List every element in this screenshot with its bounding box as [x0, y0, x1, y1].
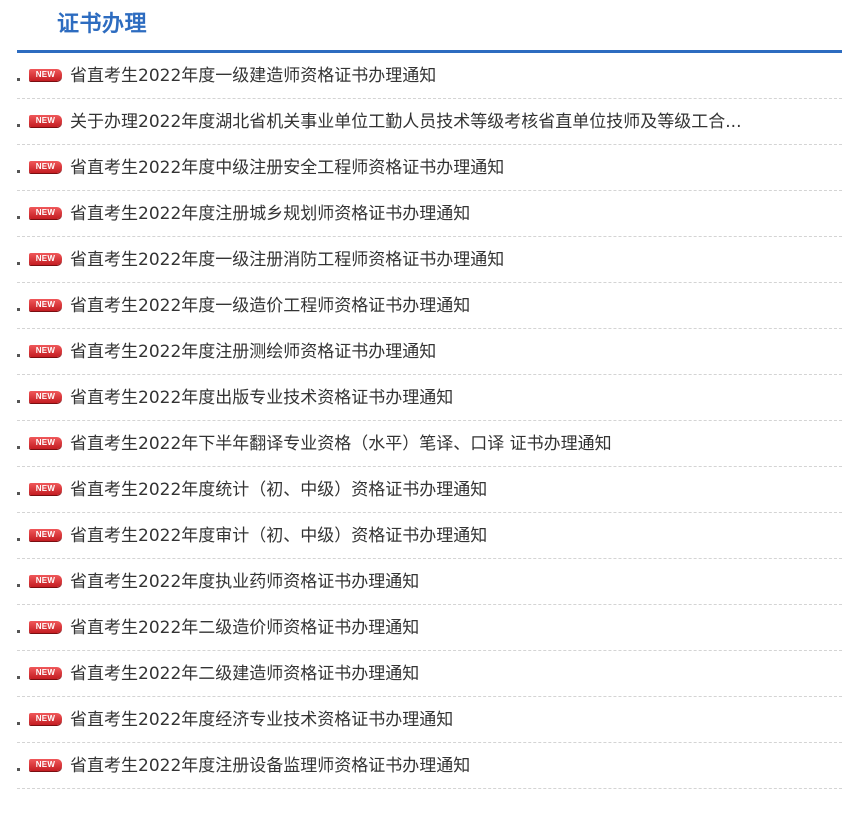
square-bullet-icon [17, 722, 20, 725]
news-link[interactable]: 省直考生2022年度经济专业技术资格证书办理通知 [70, 708, 815, 732]
new-badge-icon: NEW [29, 391, 62, 403]
new-badge-icon: NEW [29, 437, 62, 449]
square-bullet-icon [17, 768, 20, 771]
news-item[interactable]: NEW 省直考生2022年度注册城乡规划师资格证书办理通知 [17, 191, 842, 237]
news-item[interactable]: NEW 省直考生2022年下半年翻译专业资格（水平）笔译、口译 证书办理通知 [17, 421, 842, 467]
news-link[interactable]: 省直考生2022年度注册测绘师资格证书办理通知 [70, 340, 815, 364]
new-badge-icon: NEW [29, 69, 62, 81]
news-item[interactable]: NEW 省直考生2022年度经济专业技术资格证书办理通知 [17, 697, 842, 743]
square-bullet-icon [17, 400, 20, 403]
news-link[interactable]: 省直考生2022年度一级造价工程师资格证书办理通知 [70, 294, 815, 318]
new-badge-icon: NEW [29, 667, 62, 679]
square-bullet-icon [17, 170, 20, 173]
news-link[interactable]: 省直考生2022年二级建造师资格证书办理通知 [70, 662, 815, 686]
square-bullet-icon [17, 78, 20, 81]
square-bullet-icon [17, 538, 20, 541]
news-link[interactable]: 关于办理2022年度湖北省机关事业单位工勤人员技术等级考核省直单位技师及等级工合… [70, 110, 815, 134]
new-badge-icon: NEW [29, 207, 62, 219]
new-badge-icon: NEW [29, 483, 62, 495]
square-bullet-icon [17, 262, 20, 265]
square-bullet-icon [17, 584, 20, 587]
square-bullet-icon [17, 124, 20, 127]
new-badge-icon: NEW [29, 161, 62, 173]
news-item[interactable]: NEW 关于办理2022年度湖北省机关事业单位工勤人员技术等级考核省直单位技师及… [17, 99, 842, 145]
news-link[interactable]: 省直考生2022年度统计（初、中级）资格证书办理通知 [70, 478, 815, 502]
square-bullet-icon [17, 308, 20, 311]
news-item[interactable]: NEW 省直考生2022年度统计（初、中级）资格证书办理通知 [17, 467, 842, 513]
new-badge-icon: NEW [29, 253, 62, 265]
new-badge-icon: NEW [29, 575, 62, 587]
news-item[interactable]: NEW 省直考生2022年度一级建造师资格证书办理通知 [17, 53, 842, 99]
news-list: NEW 省直考生2022年度一级建造师资格证书办理通知 NEW 关于办理2022… [17, 53, 842, 789]
new-badge-icon: NEW [29, 115, 62, 127]
news-link[interactable]: 省直考生2022年二级造价师资格证书办理通知 [70, 616, 815, 640]
new-badge-icon: NEW [29, 345, 62, 357]
certificate-panel: 证书办理 NEW 省直考生2022年度一级建造师资格证书办理通知 NEW 关于办… [0, 0, 842, 815]
news-link[interactable]: 省直考生2022年度注册城乡规划师资格证书办理通知 [70, 202, 815, 226]
news-link[interactable]: 省直考生2022年度一级建造师资格证书办理通知 [70, 64, 815, 88]
square-bullet-icon [17, 492, 20, 495]
news-link[interactable]: 省直考生2022年度注册设备监理师资格证书办理通知 [70, 754, 815, 778]
new-badge-icon: NEW [29, 713, 62, 725]
news-item[interactable]: NEW 省直考生2022年度执业药师资格证书办理通知 [17, 559, 842, 605]
square-bullet-icon [17, 676, 20, 679]
panel-title: 证书办理 [57, 12, 148, 37]
news-item[interactable]: NEW 省直考生2022年二级造价师资格证书办理通知 [17, 605, 842, 651]
news-item[interactable]: NEW 省直考生2022年度注册设备监理师资格证书办理通知 [17, 743, 842, 789]
new-badge-icon: NEW [29, 299, 62, 311]
news-link[interactable]: 省直考生2022年度一级注册消防工程师资格证书办理通知 [70, 248, 815, 272]
new-badge-icon: NEW [29, 621, 62, 633]
news-item[interactable]: NEW 省直考生2022年度一级注册消防工程师资格证书办理通知 [17, 237, 842, 283]
panel-header: 证书办理 [17, 0, 842, 53]
square-bullet-icon [17, 354, 20, 357]
square-bullet-icon [17, 446, 20, 449]
news-link[interactable]: 省直考生2022年下半年翻译专业资格（水平）笔译、口译 证书办理通知 [70, 432, 815, 456]
news-link[interactable]: 省直考生2022年度出版专业技术资格证书办理通知 [70, 386, 815, 410]
news-link[interactable]: 省直考生2022年度执业药师资格证书办理通知 [70, 570, 815, 594]
news-item[interactable]: NEW 省直考生2022年度中级注册安全工程师资格证书办理通知 [17, 145, 842, 191]
news-item[interactable]: NEW 省直考生2022年度出版专业技术资格证书办理通知 [17, 375, 842, 421]
news-link[interactable]: 省直考生2022年度审计（初、中级）资格证书办理通知 [70, 524, 815, 548]
square-bullet-icon [17, 630, 20, 633]
square-bullet-icon [17, 216, 20, 219]
new-badge-icon: NEW [29, 529, 62, 541]
news-item[interactable]: NEW 省直考生2022年度审计（初、中级）资格证书办理通知 [17, 513, 842, 559]
news-link[interactable]: 省直考生2022年度中级注册安全工程师资格证书办理通知 [70, 156, 815, 180]
news-item[interactable]: NEW 省直考生2022年度一级造价工程师资格证书办理通知 [17, 283, 842, 329]
news-item[interactable]: NEW 省直考生2022年二级建造师资格证书办理通知 [17, 651, 842, 697]
news-item[interactable]: NEW 省直考生2022年度注册测绘师资格证书办理通知 [17, 329, 842, 375]
new-badge-icon: NEW [29, 759, 62, 771]
